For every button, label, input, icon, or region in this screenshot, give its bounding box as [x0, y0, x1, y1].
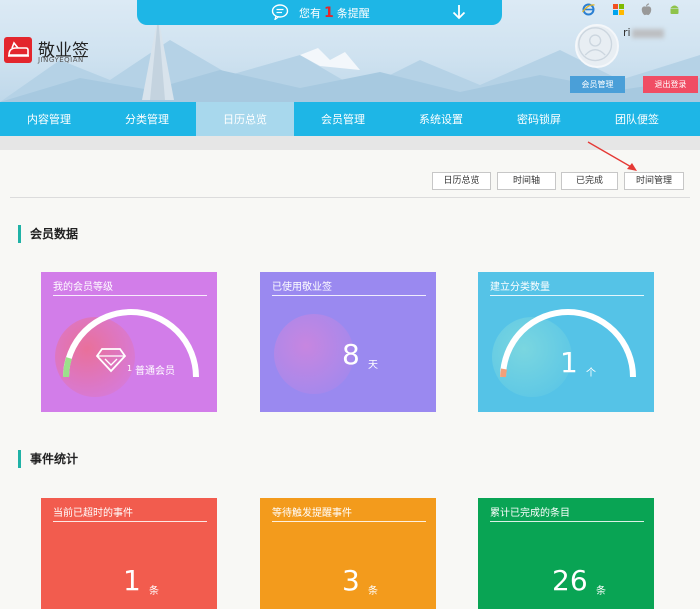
header: 您有 1 条提醒 敬业签 JINGYEQIAN ri 会员管理 退出登录	[0, 0, 700, 102]
card-title: 已使用敬业签	[272, 282, 332, 293]
nav-item-member[interactable]: 会员管理	[294, 102, 392, 136]
reminder-prefix: 您有	[299, 7, 321, 20]
card-divider	[272, 521, 426, 522]
apple-icon[interactable]	[640, 3, 653, 16]
card-divider	[490, 295, 644, 296]
level-label: 普通会员	[135, 366, 175, 377]
days-used-unit: 天	[368, 360, 378, 371]
nav-item-content[interactable]: 内容管理	[0, 102, 98, 136]
logo-subtitle: JINGYEQIAN	[38, 56, 84, 64]
days-used-value: 8	[342, 338, 360, 371]
category-count-card[interactable]: 建立分类数量 1 个	[478, 272, 654, 412]
nav-item-category[interactable]: 分类管理	[98, 102, 196, 136]
arrow-down-icon[interactable]	[452, 4, 466, 20]
logo-icon[interactable]	[4, 37, 32, 63]
member-manage-button[interactable]: 会员管理	[570, 76, 625, 93]
nav-item-settings[interactable]: 系统设置	[392, 102, 490, 136]
nav-item-calendar[interactable]: 日历总览	[196, 102, 294, 136]
divider	[10, 197, 690, 198]
section-title-events: 事件统计	[18, 450, 78, 468]
pending-reminders-card[interactable]: 等待触发提醒事件 3 条	[260, 498, 436, 609]
level-number: 1	[127, 364, 133, 373]
android-icon[interactable]	[668, 3, 681, 16]
completed-items-card[interactable]: 累计已完成的条目 26 条	[478, 498, 654, 609]
card-title: 我的会员等级	[53, 282, 113, 293]
reminder-suffix: 条提醒	[336, 7, 370, 20]
overdue-events-value: 1	[123, 564, 141, 597]
tab-completed[interactable]: 已完成	[561, 172, 618, 190]
nav-item-lock[interactable]: 密码锁屏	[490, 102, 588, 136]
card-title: 当前已超时的事件	[53, 508, 133, 519]
tab-calendar-overview[interactable]: 日历总览	[432, 172, 491, 190]
category-count-value: 1	[560, 346, 578, 379]
windows-icon[interactable]	[612, 3, 625, 16]
username: ri	[623, 26, 631, 39]
username-blur	[632, 29, 664, 38]
card-title: 累计已完成的条目	[490, 508, 570, 519]
reminder-bar[interactable]: 您有 1 条提醒	[137, 0, 502, 25]
chat-bubble-icon	[271, 4, 289, 20]
pending-reminders-unit: 条	[368, 586, 378, 597]
nav-item-team[interactable]: 团队便签	[588, 102, 686, 136]
tab-time-management[interactable]: 时间管理	[624, 172, 684, 190]
ie-icon[interactable]	[582, 3, 595, 16]
card-divider	[490, 521, 644, 522]
overdue-events-unit: 条	[149, 586, 159, 597]
category-count-unit: 个	[586, 368, 596, 379]
reminder-count: 1	[324, 5, 334, 21]
logout-button[interactable]: 退出登录	[643, 76, 698, 93]
main-nav: 内容管理 分类管理 日历总览 会员管理 系统设置 密码锁屏 团队便签	[0, 102, 700, 136]
completed-items-unit: 条	[596, 586, 606, 597]
card-title: 建立分类数量	[490, 282, 550, 293]
red-arrow-annotation	[587, 141, 637, 171]
member-level-card[interactable]: 我的会员等级 1 普通会员	[41, 272, 217, 412]
tab-timeline[interactable]: 时间轴	[497, 172, 556, 190]
card-divider	[53, 295, 207, 296]
days-used-card[interactable]: 已使用敬业签 8 天	[260, 272, 436, 412]
overdue-events-card[interactable]: 当前已超时的事件 1 条	[41, 498, 217, 609]
diamond-icon	[96, 348, 126, 373]
card-divider	[53, 521, 207, 522]
avatar[interactable]	[575, 24, 619, 68]
completed-items-value: 26	[552, 564, 588, 597]
reminder-text: 您有 1 条提醒	[299, 5, 370, 21]
card-title: 等待触发提醒事件	[272, 508, 352, 519]
card-divider	[272, 295, 426, 296]
section-title-member: 会员数据	[18, 225, 78, 243]
pending-reminders-value: 3	[342, 564, 360, 597]
